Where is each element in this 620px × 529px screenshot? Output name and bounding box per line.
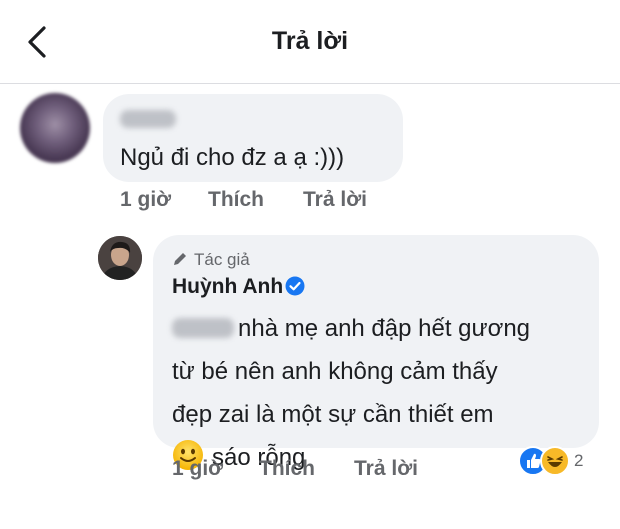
page-title: Trả lời (271, 27, 349, 55)
reply-line-text: nhà mẹ anh đập hết gương (238, 315, 531, 342)
haha-reaction-icon (540, 446, 570, 476)
reply-line: từ bé nên anh không cảm thấy (172, 350, 530, 393)
reply-line-text: đẹp zai là một sự cần thiết em (172, 401, 494, 428)
reply-line: sáo rỗng (172, 436, 530, 479)
author-avatar-image (98, 236, 142, 280)
reply-like-button[interactable]: Thích (259, 457, 315, 481)
comment-timestamp[interactable]: 1 giờ (120, 188, 171, 212)
reply-line: đẹp zai là một sự cần thiết em (172, 393, 530, 436)
reply-line: nhà mẹ anh đập hết gương (172, 307, 530, 350)
author-name[interactable]: Huỳnh Anh (172, 275, 305, 299)
comment-reply-button[interactable]: Trả lời (303, 188, 367, 212)
reaction-count: 2 (574, 451, 584, 470)
author-name-text: Huỳnh Anh (172, 275, 284, 298)
blurred-commenter-name (120, 110, 176, 128)
pencil-icon (174, 253, 186, 265)
comment-bubble: Ngủ đi cho đz a ạ :))) (103, 94, 403, 182)
reply-line-text: từ bé nên anh không cảm thấy (172, 358, 498, 385)
reply-text: nhà mẹ anh đập hết gương từ bé nên anh k… (172, 307, 530, 479)
verified-badge-icon (285, 276, 305, 296)
author-badge-label: Tác giả (194, 250, 250, 269)
comment-like-button[interactable]: Thích (208, 188, 264, 212)
reply-reply-button[interactable]: Trả lời (354, 457, 418, 481)
commenter-avatar[interactable] (20, 93, 90, 163)
reply-bubble: Tác giả Huỳnh Anh nhà mẹ anh đập hết gươ… (153, 235, 599, 471)
top-bar: Trả lời (0, 0, 620, 84)
comment-text: Ngủ đi cho đz a ạ :))) (120, 144, 345, 171)
reply-timestamp[interactable]: 1 giờ (172, 457, 223, 481)
author-badge: Tác giả (172, 250, 250, 270)
blurred-mention (172, 318, 234, 338)
author-avatar[interactable] (98, 236, 142, 280)
